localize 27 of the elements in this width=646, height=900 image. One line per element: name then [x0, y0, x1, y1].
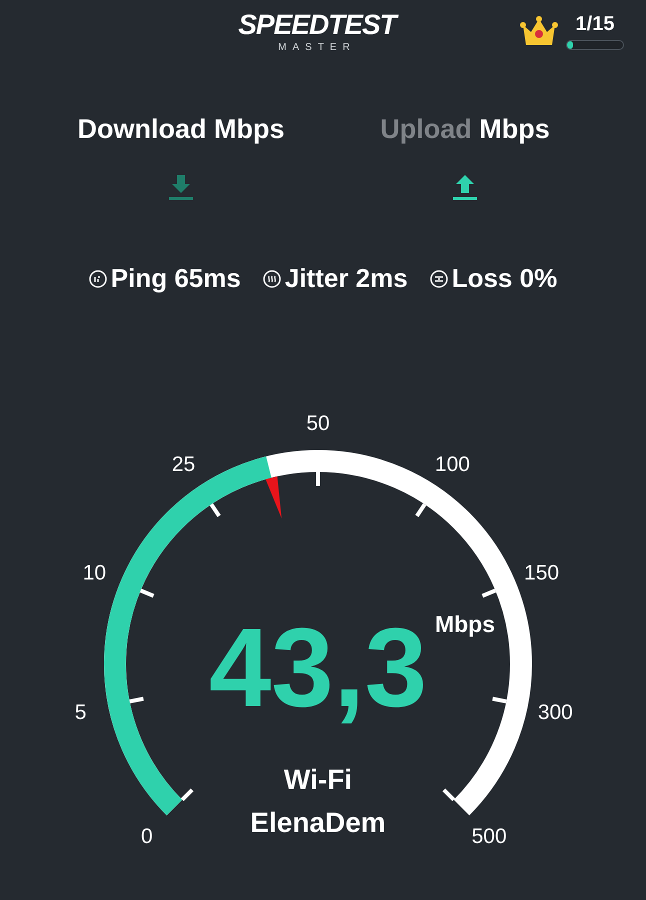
scale-label: 150	[524, 561, 560, 584]
metric-reading: Jitter 2ms	[284, 263, 408, 294]
jitter-icon	[262, 270, 281, 288]
connection-type: Wi‑Fi	[284, 764, 352, 795]
rank-counter: 1/15	[576, 12, 614, 36]
upload-icon	[452, 173, 478, 201]
download-icon	[168, 173, 194, 201]
metric-reading: Ping 65ms	[110, 263, 241, 294]
crown-icon	[520, 15, 558, 47]
scale-label: 100	[434, 452, 470, 476]
app-logo: SPEEDTEST MASTER	[232, 6, 402, 56]
metric-reading: Loss 0%	[452, 263, 558, 294]
speed-unit: Mbps	[434, 611, 496, 637]
loss-icon	[430, 270, 448, 288]
scale-label: 10	[82, 561, 106, 584]
scale-label: 5	[74, 701, 86, 724]
speed-value: 43,3	[209, 605, 427, 730]
scale-label: 50	[306, 412, 330, 435]
scale-label: 500	[472, 825, 507, 848]
ping-icon	[88, 270, 107, 288]
scale-label: 300	[538, 701, 573, 724]
speed-tab[interactable]: Upload Mbps	[347, 114, 583, 201]
speed-tab[interactable]: Download Mbps	[63, 114, 299, 201]
gauge-needle	[266, 476, 282, 518]
scale-label: 0	[141, 825, 153, 848]
scale-label: 25	[172, 452, 196, 476]
network-name: ElenaDem	[250, 807, 386, 838]
